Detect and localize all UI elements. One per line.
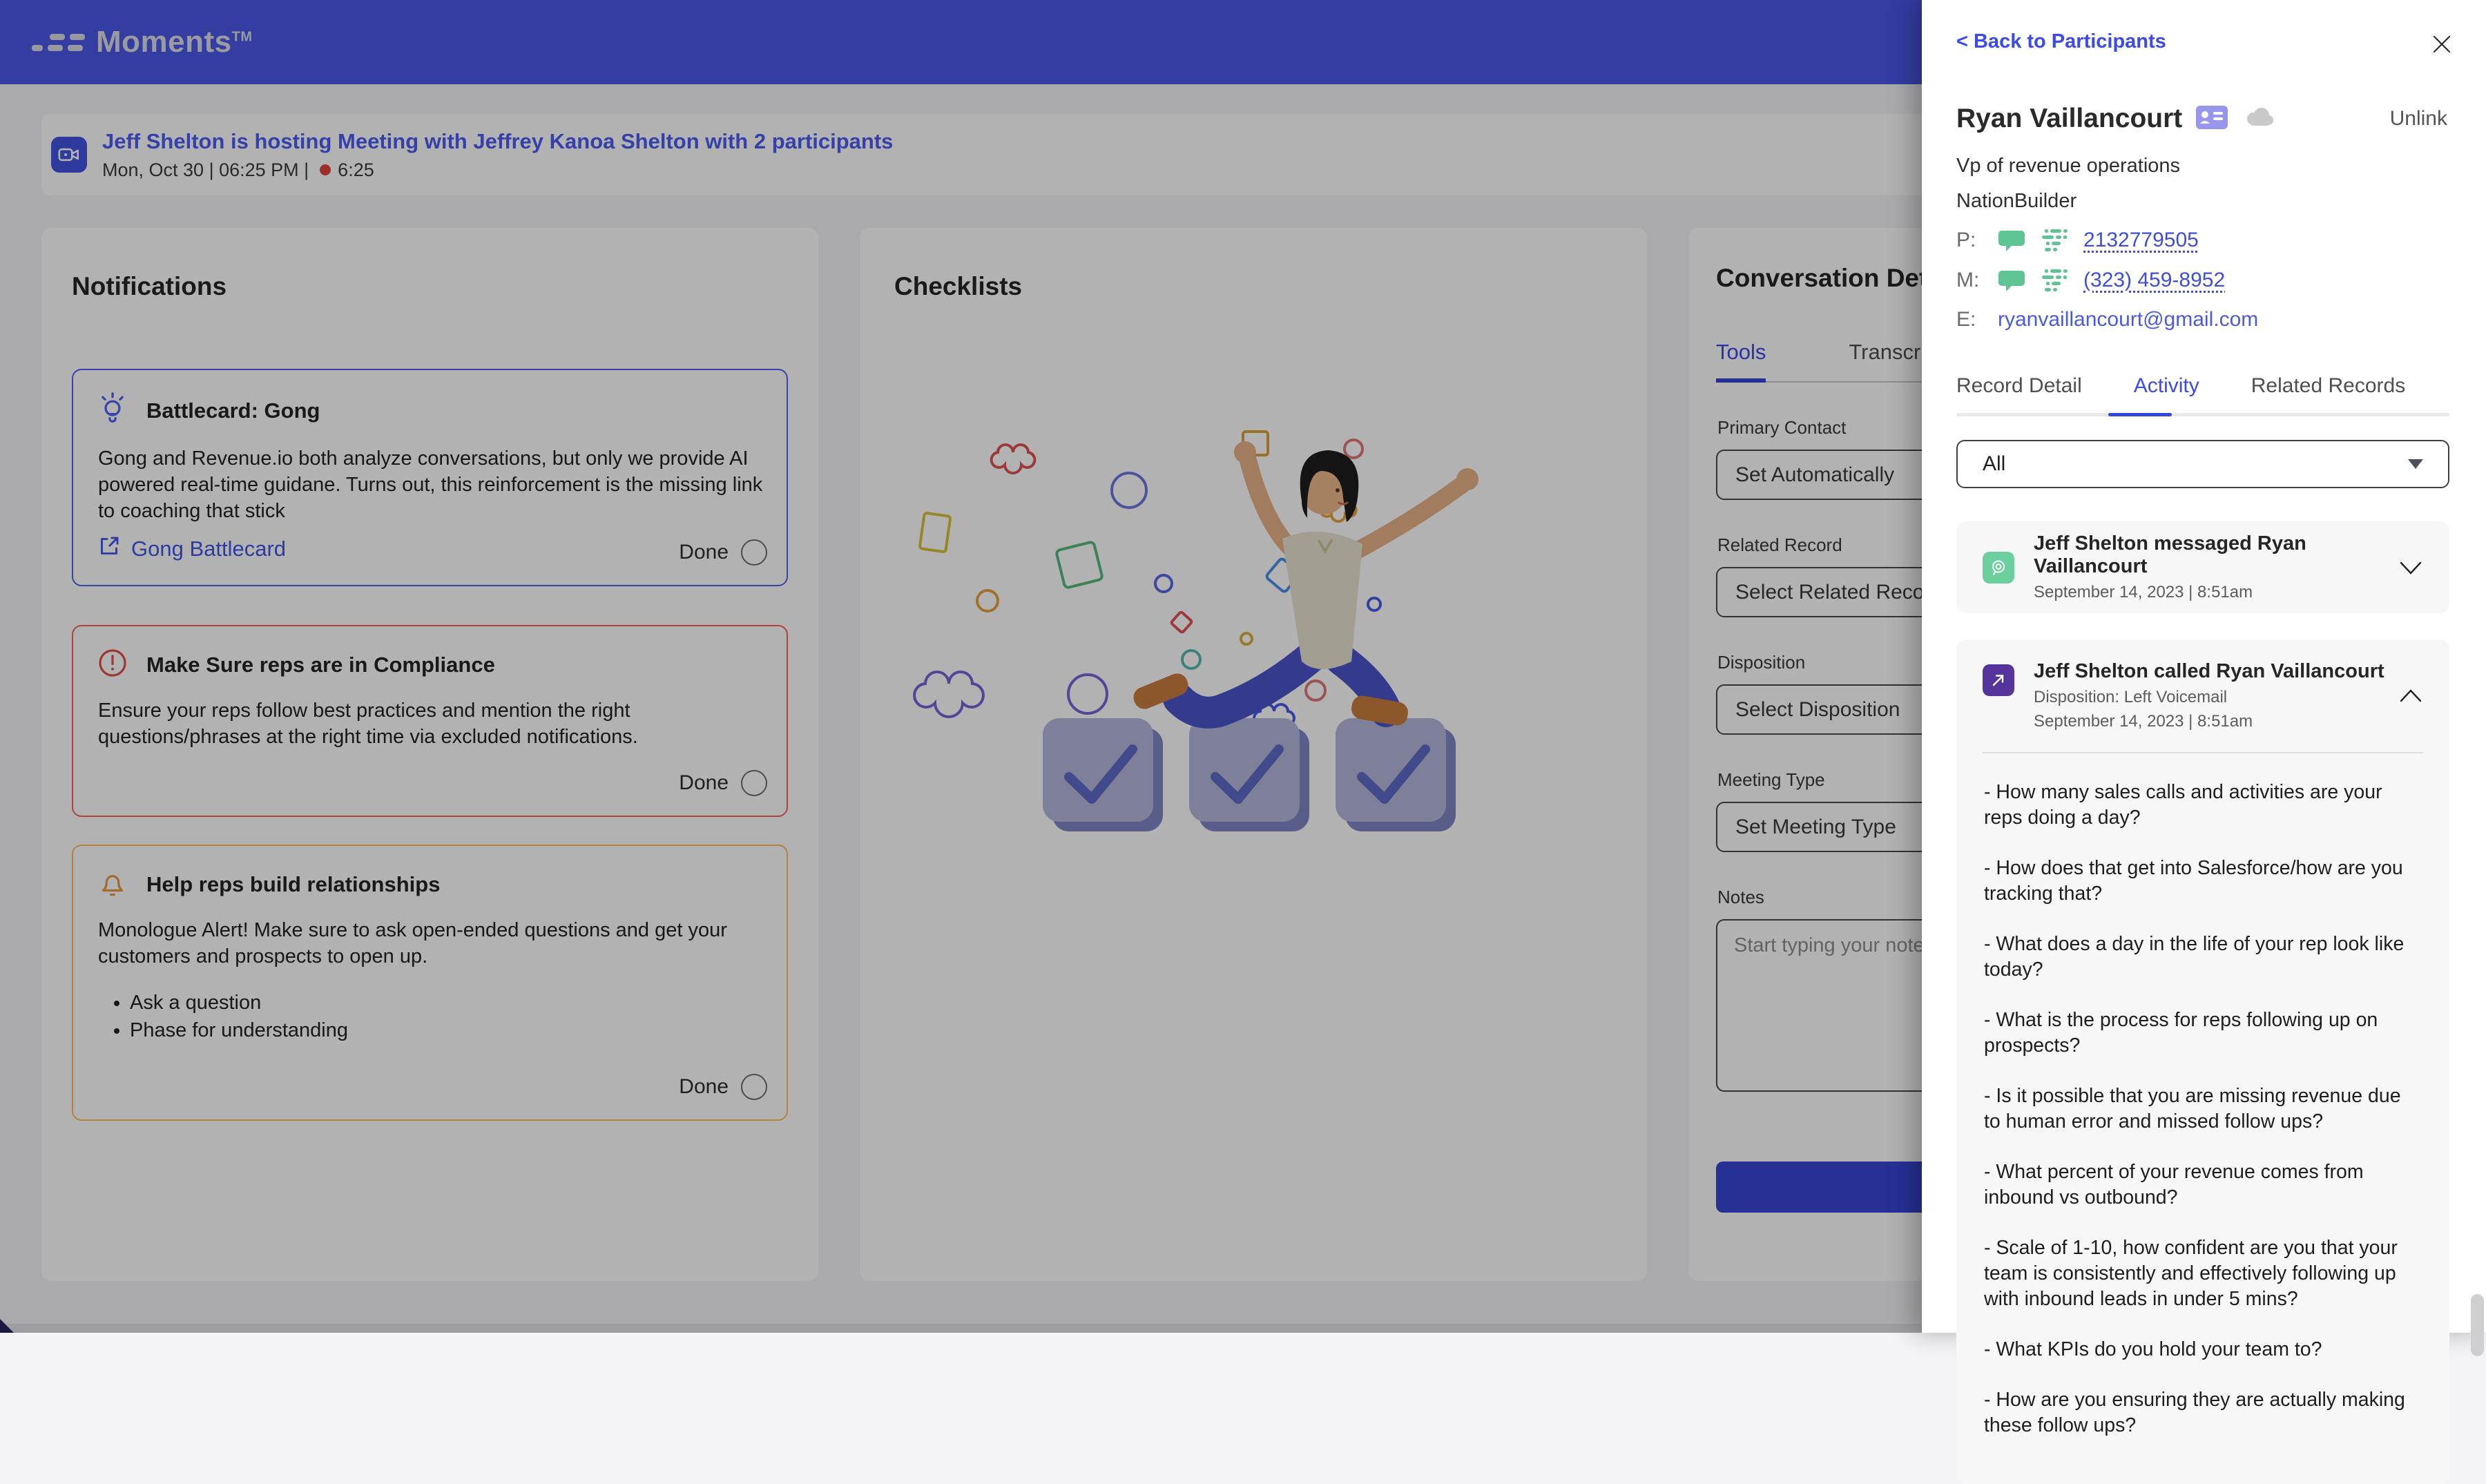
call-question-list: - How many sales calls and activities ar… [1956, 753, 2449, 1484]
call-question: - How are you ensuring they are actually… [1984, 1389, 2405, 1436]
back-to-participants-link[interactable]: < Back to Participants [1956, 30, 2166, 53]
chevron-down-icon[interactable] [2391, 557, 2430, 579]
call-question: - Is it possible that you are missing re… [1984, 1085, 2401, 1133]
contact-card-icon [2196, 105, 2228, 133]
activity-item-message[interactable]: Jeff Shelton messaged Ryan Vaillancourt … [1956, 521, 2449, 613]
mobile-row: M: (323) 459-8952 [1956, 268, 2486, 293]
participant-drawer: < Back to Participants Ryan Vaillancourt… [1922, 0, 2486, 1484]
activity-disposition: Disposition: Left Voicemail [2034, 688, 2228, 706]
outbound-call-icon [1983, 664, 2014, 696]
tab-activity[interactable]: Activity [2134, 374, 2199, 413]
call-question: - How does that get into Salesforce/how … [1984, 857, 2403, 905]
call-question: - How many sales calls and activities ar… [1984, 781, 2382, 829]
email-label: E: [1956, 308, 1976, 331]
activity-item-call: Jeff Shelton called Ryan Vaillancourt Di… [1956, 639, 2449, 1484]
sms-bubble-icon[interactable] [1998, 228, 2025, 253]
activity-timestamp: September 14, 2023 | 8:51am [2034, 583, 2253, 601]
activity-timestamp: September 14, 2023 | 8:51am [2034, 712, 2253, 731]
email-row: E: ryanvaillancourt@gmail.com [1956, 308, 2486, 331]
contact-name: Ryan Vaillancourt [1956, 104, 2183, 133]
active-tab-indicator [2108, 413, 2172, 416]
tab-record-detail[interactable]: Record Detail [1956, 374, 2082, 413]
activity-title: Jeff Shelton called Ryan Vaillancourt [2034, 660, 2384, 682]
activity-title: Jeff Shelton messaged Ryan Vaillancourt [2034, 532, 2306, 577]
tab-track [1956, 413, 2449, 416]
chevron-down-icon [2408, 459, 2423, 469]
close-icon[interactable] [2428, 30, 2456, 58]
sms-bubble-icon[interactable] [1998, 268, 2025, 293]
call-log-icon[interactable] [2039, 228, 2070, 253]
message-activity-icon [1983, 551, 2014, 584]
cloud-icon [2243, 106, 2276, 132]
call-question: - Scale of 1-10, how confident are you t… [1984, 1237, 2398, 1310]
call-question: - What does a day in the life of your re… [1984, 933, 2405, 981]
mobile-label: M: [1956, 269, 1980, 291]
phone-row: P: 2132779505 [1956, 228, 2486, 253]
phone-label: P: [1956, 229, 1976, 251]
activity-filter-dropdown[interactable]: All [1956, 440, 2449, 488]
mobile-number-link[interactable]: (323) 459-8952 [2083, 269, 2225, 292]
call-question: - What percent of your revenue comes fro… [1984, 1161, 2364, 1208]
unlink-button[interactable]: Unlink [2386, 106, 2451, 131]
call-question: - What KPIs do you hold your team to? [1984, 1338, 2322, 1360]
contact-job-title: Vp of revenue operations [1956, 155, 2181, 177]
call-question: - What is the process for reps following… [1984, 1009, 2378, 1057]
drawer-scrollbar-thumb[interactable] [2471, 1294, 2484, 1356]
activity-call-header[interactable]: Jeff Shelton called Ryan Vaillancourt Di… [1956, 660, 2449, 731]
contact-company: NationBuilder [1956, 190, 2077, 212]
activity-filter-value: All [1983, 452, 2006, 475]
modal-dim-overlay [0, 0, 1922, 1333]
call-log-icon[interactable] [2039, 268, 2070, 293]
email-link[interactable]: ryanvaillancourt@gmail.com [1998, 308, 2258, 331]
tab-related-records[interactable]: Related Records [2251, 374, 2405, 413]
chevron-up-icon[interactable] [2391, 685, 2430, 707]
phone-number-link[interactable]: 2132779505 [2083, 229, 2199, 252]
